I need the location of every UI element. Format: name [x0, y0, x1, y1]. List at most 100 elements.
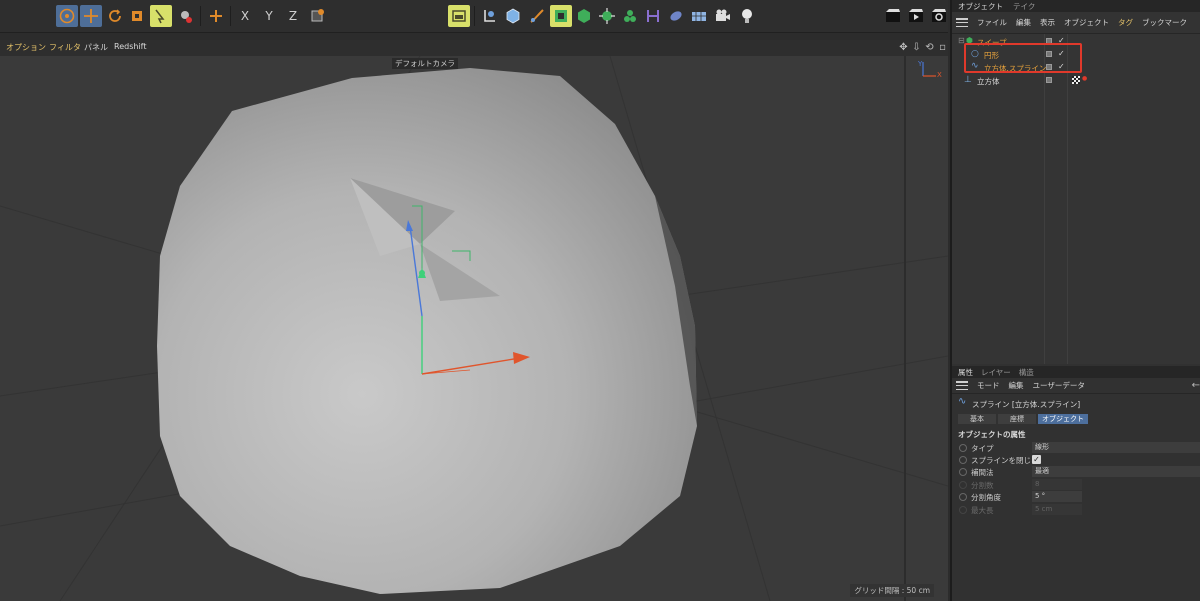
x-axis-lock-icon[interactable]: X — [234, 5, 256, 27]
close-spline-checkbox[interactable]: ✓ — [1032, 455, 1041, 464]
subtab-object[interactable]: オブジェクト — [1038, 414, 1088, 424]
prop-row-points: 分割数 8 — [952, 479, 1200, 491]
prop-label: 分割角度 — [971, 493, 1001, 502]
tag-marker-icon: ● — [1082, 75, 1088, 82]
material-tag-icon[interactable] — [1072, 76, 1080, 84]
subtab-basic[interactable]: 基本 — [958, 414, 996, 424]
rotate-icon[interactable] — [104, 5, 126, 27]
viewport-menubar: オプション フィルタ パネル Redshift ✥ ⇩ ⟲ ▫ — [0, 40, 948, 56]
camera-label[interactable]: デフォルトカメラ — [392, 58, 458, 69]
spline-object-icon: ∿ — [958, 396, 967, 407]
object-list: ⊟ ⬢ スイープ ✓ ○ 円形 ✓ ∿ 立方体.スプライン ✓ ⊥ 立方体 ● — [952, 34, 1200, 364]
axis-label-x: X — [937, 71, 942, 79]
viewport-maximize-icon[interactable]: ▫ — [937, 42, 948, 53]
world-axis-indicator — [922, 62, 936, 77]
attribute-manager: 属性 レイヤー 構造 モード 編集 ユーザーデータ ← ∿ スプライン [立方体… — [952, 366, 1200, 601]
subtab-coord[interactable]: 座標 — [998, 414, 1036, 424]
menu-hamburger-icon[interactable] — [956, 381, 968, 390]
field-icon[interactable] — [642, 5, 664, 27]
axis-label-y: Y — [918, 60, 923, 68]
render-view-icon[interactable] — [448, 5, 470, 27]
attribute-menubar: モード 編集 ユーザーデータ ← — [952, 378, 1200, 394]
camera-icon[interactable] — [712, 5, 734, 27]
keyframe-dot-icon[interactable] — [959, 493, 967, 501]
menu-hamburger-icon[interactable] — [956, 18, 968, 27]
attr-menu-userdata[interactable]: ユーザーデータ — [1033, 380, 1085, 391]
viewport-zoom-icon[interactable]: ⇩ — [911, 42, 922, 53]
generator-icon[interactable] — [573, 5, 595, 27]
live-selection-icon[interactable] — [56, 5, 78, 27]
move-icon[interactable] — [80, 5, 102, 27]
deformer-icon[interactable] — [596, 5, 618, 27]
tab-structure[interactable]: 構造 — [1019, 367, 1034, 378]
viewport-menu-options[interactable]: オプション — [6, 42, 46, 53]
prop-label: タイプ — [971, 444, 994, 453]
null-object-icon[interactable] — [478, 5, 500, 27]
attribute-object-title: スプライン [立方体.スプライン] — [972, 400, 1081, 409]
om-menu-tags[interactable]: タグ — [1118, 17, 1133, 28]
selection-highlight-box — [964, 43, 1082, 73]
keyframe-dot-icon — [959, 481, 967, 489]
viewport-rotate-icon[interactable]: ⟲ — [924, 42, 935, 53]
prop-label: 最大長 — [971, 506, 994, 515]
scene-object-icon[interactable] — [665, 5, 687, 27]
keyframe-dot-icon[interactable] — [959, 444, 967, 452]
attr-menu-edit[interactable]: 編集 — [1009, 380, 1024, 391]
visibility-icon[interactable] — [1046, 77, 1052, 83]
object-name-cube[interactable]: 立方体 — [977, 76, 1000, 87]
viewport-menu-filter[interactable]: フィルタ — [49, 42, 81, 53]
om-menu-object[interactable]: オブジェクト — [1064, 17, 1109, 28]
y-axis-label: Y — [265, 9, 273, 23]
object-manager-menubar: ファイル 編集 表示 オブジェクト タグ ブックマーク — [952, 12, 1200, 34]
tab-attributes[interactable]: 属性 — [958, 367, 973, 378]
om-menu-view[interactable]: 表示 — [1040, 17, 1055, 28]
type-dropdown[interactable]: 線形 — [1032, 442, 1200, 453]
spline-pen-icon[interactable] — [526, 5, 548, 27]
y-axis-lock-icon[interactable]: Y — [258, 5, 280, 27]
light-icon[interactable] — [736, 5, 758, 27]
om-menu-file[interactable]: ファイル — [977, 17, 1007, 28]
attribute-tabs: 属性 レイヤー 構造 — [952, 366, 1200, 378]
x-axis-label: X — [240, 9, 250, 23]
section-object-properties: オブジェクトの属性 — [958, 430, 1026, 439]
mograph-cloner-icon[interactable] — [619, 5, 641, 27]
om-menu-edit[interactable]: 編集 — [1016, 17, 1031, 28]
add-icon[interactable] — [205, 5, 227, 27]
render-to-picture-viewer-icon[interactable] — [905, 5, 927, 27]
angle-stepper[interactable]: 5 ° — [1032, 491, 1082, 502]
sweep-mesh-object[interactable] — [157, 68, 697, 594]
subdivision-icon[interactable] — [550, 5, 572, 27]
prop-label: 分割数 — [971, 481, 994, 490]
prop-label: スプラインを閉じる — [971, 456, 1039, 465]
floor-icon[interactable] — [688, 5, 710, 27]
list-item[interactable]: ⊥ 立方体 ● — [952, 74, 1200, 87]
record-icon[interactable] — [175, 5, 197, 27]
select-arrow-icon[interactable] — [150, 5, 172, 27]
viewport-scene — [0, 56, 948, 601]
render-settings-icon[interactable] — [928, 5, 950, 27]
viewport-move-icon[interactable]: ✥ — [898, 42, 909, 53]
coordinate-system-icon[interactable] — [306, 5, 328, 27]
cube-object-icon: ⊥ — [964, 75, 972, 85]
back-arrow-icon[interactable]: ← — [1192, 380, 1200, 391]
z-axis-lock-icon[interactable]: Z — [282, 5, 304, 27]
interpolation-dropdown[interactable]: 最適 — [1032, 466, 1200, 477]
keyframe-dot-icon[interactable] — [959, 456, 967, 464]
cube-icon[interactable] — [502, 5, 524, 27]
scale-icon[interactable] — [126, 5, 148, 27]
keyframe-dot-icon — [959, 506, 967, 514]
viewport-menu-redshift[interactable]: Redshift — [114, 42, 146, 51]
tab-takes[interactable]: テイク — [1013, 1, 1035, 12]
render-region-icon[interactable] — [882, 5, 904, 27]
om-menu-bookmarks[interactable]: ブックマーク — [1142, 17, 1187, 28]
3d-viewport[interactable]: デフォルトカメラ Y X グリッド間隔 : 50 cm — [0, 56, 948, 601]
prop-label: 補間法 — [971, 468, 994, 477]
prop-row-interpolation: 補間法 最適 — [952, 466, 1200, 478]
viewport-menu-panel[interactable]: パネル — [84, 42, 108, 53]
points-field: 8 — [1032, 479, 1082, 490]
tab-objects[interactable]: オブジェクト — [958, 1, 1003, 12]
attr-menu-mode[interactable]: モード — [977, 380, 1000, 391]
keyframe-dot-icon[interactable] — [959, 468, 967, 476]
tab-layers[interactable]: レイヤー — [981, 367, 1011, 378]
max-length-field: 5 cm — [1032, 504, 1082, 515]
